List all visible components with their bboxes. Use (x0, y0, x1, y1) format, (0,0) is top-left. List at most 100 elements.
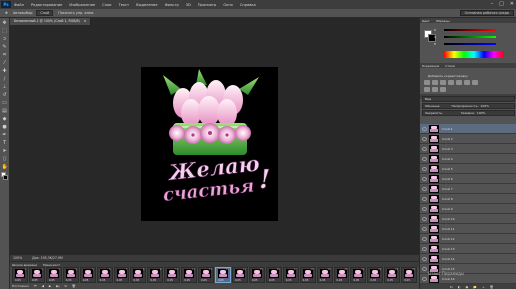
menu-image[interactable]: Изображение (69, 3, 95, 7)
visibility-eye-icon[interactable] (422, 256, 427, 261)
fill-value[interactable]: 100% (477, 111, 486, 115)
animation-frame[interactable]: 19 0,05 (316, 267, 333, 283)
stamp-tool[interactable]: ⊥ (2, 84, 8, 90)
exposure-icon[interactable] (448, 80, 454, 85)
frame-delay[interactable]: 0,05 (100, 279, 106, 282)
layer-row[interactable]: Слой 10 (420, 214, 516, 224)
adjustment-layer-button[interactable]: ▣ (465, 285, 468, 289)
loop-select[interactable]: Постоянно (12, 284, 29, 288)
frame-delay[interactable]: 0,05 (32, 279, 38, 282)
tab-mini-bridge[interactable]: Мини-мост (43, 263, 60, 267)
menu-window[interactable]: Окно (223, 3, 233, 7)
marquee-tool[interactable]: ⬚ (2, 28, 8, 34)
layer-row[interactable]: Слой 1 (420, 124, 516, 134)
layer-row[interactable]: Слой 11 (420, 224, 516, 234)
menu-select[interactable]: Выделение (136, 3, 157, 7)
visibility-eye-icon[interactable] (422, 186, 427, 191)
animation-frame[interactable]: 23 0,05 (384, 267, 401, 283)
photo-filter-icon[interactable] (432, 87, 438, 92)
layer-row[interactable]: Слой 4 (420, 154, 516, 164)
visibility-eye-icon[interactable] (422, 136, 427, 141)
layer-row[interactable]: Слой 2 (420, 134, 516, 144)
tab-adjustments[interactable]: Коррекция (422, 64, 439, 68)
duplicate-frame-button[interactable]: ⧉ (65, 284, 67, 288)
show-transform-checkbox[interactable]: Показать упр. элем. (58, 11, 94, 15)
frame-delay[interactable]: 0,05 (303, 279, 309, 282)
animation-frame[interactable]: 2 0,05 (28, 267, 45, 283)
animation-frame[interactable]: 3 0,05 (45, 267, 62, 283)
previous-frame-button[interactable]: ◀ (42, 284, 44, 288)
next-frame-button[interactable]: ▶| (56, 284, 59, 288)
frame-delay[interactable]: 0,05 (252, 279, 258, 282)
tab-swatches[interactable]: Образцы (436, 19, 450, 23)
animation-frame[interactable]: 21 0,05 (350, 267, 367, 283)
frame-delay[interactable]: 0,05 (167, 279, 173, 282)
maximize-button[interactable]: □ (499, 1, 504, 7)
layer-kind-filter[interactable]: Вид (422, 96, 515, 102)
gradient-tool[interactable]: ▤ (2, 108, 8, 114)
levels-icon[interactable] (432, 80, 438, 85)
visibility-eye-icon[interactable] (422, 236, 427, 241)
layer-row[interactable]: Слой 3 (420, 144, 516, 154)
hand-tool[interactable]: ✋ (2, 164, 8, 170)
layer-row[interactable]: Слой 12 (420, 234, 516, 244)
animation-frame[interactable]: 8 0,05 (130, 267, 147, 283)
zoom-level[interactable]: 100% (13, 256, 22, 260)
frame-delay[interactable]: 0,05 (218, 279, 224, 282)
autoselect-dropdown[interactable]: Слой (36, 10, 54, 16)
frame-delay[interactable]: 0,05 (66, 279, 72, 282)
frame-delay[interactable]: 0,05 (184, 279, 190, 282)
image-canvas[interactable]: Желаю счастья ! (141, 67, 278, 221)
tab-color[interactable]: Цвет (422, 19, 430, 23)
blur-tool[interactable]: ◆ (2, 116, 8, 122)
crop-tool[interactable]: ⌗ (2, 52, 8, 58)
frame-delay[interactable]: 0,05 (49, 279, 55, 282)
type-tool[interactable]: T (2, 140, 8, 146)
animation-frame[interactable]: 16 0,05 (265, 267, 282, 283)
document-tab[interactable]: Безымянный-1 @ 100% (Слой 1, RGB/8) × (10, 18, 92, 25)
menu-filter[interactable]: Фильтр (165, 3, 179, 7)
close-window-button[interactable]: ✕ (510, 1, 514, 7)
layer-row[interactable]: Слой 8 (420, 194, 516, 204)
mask-button[interactable]: ◐ (458, 285, 461, 289)
frame-delay[interactable]: 0,05 (117, 279, 123, 282)
frame-delay[interactable]: 0,05 (150, 279, 156, 282)
history-brush-tool[interactable]: ↺ (2, 92, 8, 98)
eraser-tool[interactable]: ▭ (2, 100, 8, 106)
animation-frame[interactable]: 9 0,05 (147, 267, 164, 283)
frame-delay[interactable]: 0,05 (387, 279, 393, 282)
dodge-tool[interactable]: ● (2, 124, 8, 130)
layer-row[interactable]: Слой 7 (420, 184, 516, 194)
first-frame-button[interactable]: ⏮ (34, 284, 37, 288)
animation-frame[interactable]: 4 0,05 (62, 267, 79, 283)
visibility-eye-icon[interactable] (422, 206, 427, 211)
delete-layer-button[interactable]: 🗑 (490, 285, 494, 289)
layer-row[interactable]: Слой 13 (420, 244, 516, 254)
visibility-eye-icon[interactable] (422, 246, 427, 251)
brush-tool[interactable]: ∕ (2, 76, 8, 82)
frame-delay[interactable]: 0,05 (320, 279, 326, 282)
animation-frame[interactable]: 14 0,05 (231, 267, 248, 283)
frame-delay[interactable]: 0,05 (269, 279, 275, 282)
red-slider[interactable]: R (434, 28, 496, 32)
animation-frame[interactable]: 12 0,05 (198, 267, 215, 283)
layer-row[interactable]: Слой 6 (420, 174, 516, 184)
fx-button[interactable]: fx (450, 285, 453, 289)
frame-delay[interactable]: 0,05 (370, 279, 376, 282)
menu-help[interactable]: Справка (240, 3, 256, 7)
layer-row[interactable]: Слой 14 (420, 254, 516, 264)
brightness-icon[interactable] (424, 80, 430, 85)
animation-frame[interactable]: 13 0,05 (215, 267, 231, 283)
pen-tool[interactable]: ✒ (2, 132, 8, 138)
autoselect-checkbox[interactable]: Автовыбор: (13, 11, 34, 15)
background-color-swatch[interactable] (3, 175, 8, 180)
visibility-eye-icon[interactable] (422, 176, 427, 181)
vibrance-icon[interactable] (456, 80, 462, 85)
animation-frame[interactable]: 20 0,05 (333, 267, 350, 283)
animation-frame[interactable]: 6 0,05 (96, 267, 113, 283)
animation-frame[interactable]: 10 0,05 (164, 267, 181, 283)
visibility-eye-icon[interactable] (422, 276, 427, 281)
frame-delay[interactable]: 0,05 (337, 279, 343, 282)
minimize-button[interactable]: – (491, 1, 494, 7)
eyedropper-tool[interactable]: ⁄ (2, 60, 8, 66)
